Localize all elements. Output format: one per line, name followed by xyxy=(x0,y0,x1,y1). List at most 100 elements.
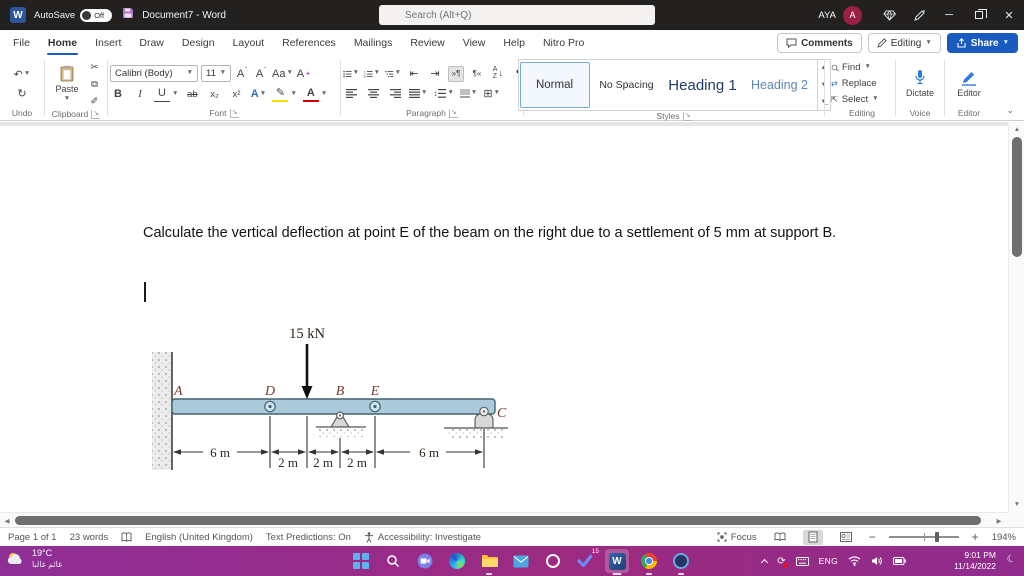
undo-button[interactable]: ↶ ▼ xyxy=(14,66,31,82)
autosave-toggle[interactable]: Off xyxy=(80,8,113,22)
horizontal-scroll-thumb[interactable] xyxy=(15,516,981,525)
text-predictions-status[interactable]: Text Predictions: On xyxy=(266,532,351,543)
rewards-diamond-icon[interactable] xyxy=(874,0,904,30)
shading-button[interactable]: ▼ xyxy=(459,86,477,102)
share-button[interactable]: Share ▼ xyxy=(946,33,1018,53)
clipboard-dialog-launcher[interactable]: ↘ xyxy=(91,109,101,119)
ink-pen-icon[interactable] xyxy=(904,0,934,30)
bullets-button[interactable]: ▼ xyxy=(343,66,359,82)
subscript-button[interactable]: x₂ xyxy=(206,86,222,102)
print-layout-button[interactable] xyxy=(802,529,823,545)
redo-button[interactable]: ↻ xyxy=(14,85,30,101)
tab-design[interactable]: Design xyxy=(173,30,224,56)
vertical-scrollbar[interactable]: ▲ ▼ xyxy=(1008,122,1024,512)
styles-dialog-launcher[interactable]: ↘ xyxy=(682,111,692,121)
accessibility-status[interactable]: Accessibility: Investigate xyxy=(364,532,481,543)
search-input[interactable] xyxy=(379,5,655,25)
bold-button[interactable]: B xyxy=(110,86,126,102)
align-right-button[interactable] xyxy=(387,86,403,102)
zoom-out-button[interactable]: − xyxy=(869,530,876,544)
collapse-ribbon-chevron-icon[interactable]: ⌄ xyxy=(1006,105,1014,116)
tab-file[interactable]: File xyxy=(4,30,39,56)
save-icon[interactable] xyxy=(122,6,134,24)
sync-tray-icon[interactable]: ⟳ xyxy=(777,556,788,568)
grow-font-button[interactable]: Aˆ xyxy=(234,66,250,82)
increase-indent-button[interactable]: ⇥ xyxy=(427,66,443,82)
right-to-left-button[interactable]: ¶« xyxy=(469,66,485,82)
minimize-button[interactable]: ─ xyxy=(934,0,964,30)
language-status[interactable]: English (United Kingdom) xyxy=(145,532,253,543)
web-layout-button[interactable] xyxy=(836,530,856,545)
edge-browser-icon[interactable] xyxy=(445,549,469,573)
wifi-icon[interactable] xyxy=(848,556,861,566)
page-count[interactable]: Page 1 of 1 xyxy=(8,532,57,543)
taskbar-search-icon[interactable] xyxy=(381,549,405,573)
tab-view[interactable]: View xyxy=(454,30,495,56)
zoom-in-button[interactable]: + xyxy=(972,530,979,544)
chrome-browser-icon[interactable] xyxy=(637,549,661,575)
copy-button[interactable]: ⧉ xyxy=(87,76,103,92)
style-heading-1[interactable]: Heading 1 xyxy=(664,62,742,108)
tab-draw[interactable]: Draw xyxy=(130,30,173,56)
paragraph-dialog-launcher[interactable]: ↘ xyxy=(448,108,458,118)
justify-button[interactable]: ▼ xyxy=(409,86,427,102)
align-left-button[interactable] xyxy=(343,86,359,102)
line-spacing-button[interactable]: ↕ ▼ xyxy=(433,86,454,102)
italic-button[interactable]: I xyxy=(132,86,148,102)
scroll-right-arrow[interactable]: ▶ xyxy=(992,513,1006,528)
document-page[interactable]: Calculate the vertical deflection at poi… xyxy=(0,126,1008,512)
paste-button[interactable]: Paste ▼ xyxy=(49,59,84,109)
weather-widget[interactable]: 19°C غائم غالبا xyxy=(7,548,62,570)
tab-review[interactable]: Review xyxy=(401,30,453,56)
zoom-slider[interactable] xyxy=(888,531,959,542)
tab-insert[interactable]: Insert xyxy=(86,30,130,56)
beam-figure[interactable]: 15 kN A D B E C 6 m 2 m 2 m 2 m 6 m xyxy=(150,316,522,474)
decrease-indent-button[interactable]: ⇤ xyxy=(406,66,422,82)
dictate-button[interactable]: Dictate xyxy=(900,59,940,108)
focus-button[interactable]: Focus xyxy=(717,532,757,543)
text-effects-button[interactable]: A ▼ xyxy=(250,86,266,102)
media-app-icon[interactable] xyxy=(669,549,693,575)
todo-app-icon[interactable]: 15 xyxy=(573,546,601,573)
highlight-button[interactable]: ✎ xyxy=(272,86,289,102)
user-name[interactable]: AYA xyxy=(818,10,836,21)
file-explorer-icon[interactable] xyxy=(477,549,501,575)
tab-nitro-pro[interactable]: Nitro Pro xyxy=(534,30,593,56)
taskbar-clock[interactable]: 9:01 PM 11/14/2022 xyxy=(954,550,996,572)
editing-mode-button[interactable]: Editing ▼ xyxy=(867,33,941,53)
hidden-icons-chevron[interactable] xyxy=(761,557,769,567)
style-no-spacing[interactable]: No Spacing xyxy=(592,62,662,108)
mail-icon[interactable] xyxy=(509,549,533,573)
numbering-button[interactable]: 1 2 3 ▼ xyxy=(364,66,380,82)
chat-icon[interactable] xyxy=(413,549,437,573)
zoom-slider-thumb[interactable] xyxy=(934,531,939,542)
scroll-up-arrow[interactable]: ▲ xyxy=(1009,122,1024,137)
change-case-button[interactable]: Aa ▼ xyxy=(272,66,293,82)
scroll-down-arrow[interactable]: ▼ xyxy=(1009,497,1024,512)
word-app-icon[interactable]: W xyxy=(10,7,26,23)
volume-icon[interactable] xyxy=(871,556,883,566)
cut-button[interactable]: ✂ xyxy=(87,59,103,75)
align-center-button[interactable] xyxy=(365,86,381,102)
superscript-button[interactable]: x² xyxy=(228,86,244,102)
comments-button[interactable]: Comments xyxy=(777,33,862,53)
horizontal-scrollbar[interactable]: ◀ ▶ xyxy=(0,512,1008,527)
battery-icon[interactable] xyxy=(893,557,906,565)
borders-button[interactable]: ⊞ ▼ xyxy=(483,86,500,102)
problem-paragraph[interactable]: Calculate the vertical deflection at poi… xyxy=(143,220,945,246)
scroll-left-arrow[interactable]: ◀ xyxy=(0,513,14,528)
strikethrough-button[interactable]: ab xyxy=(184,86,200,102)
shrink-font-button[interactable]: Aˇ xyxy=(253,66,269,82)
circle-app-icon[interactable] xyxy=(541,549,565,573)
tab-references[interactable]: References xyxy=(273,30,345,56)
font-size-combo[interactable]: 11 ▼ xyxy=(201,65,231,82)
read-mode-button[interactable] xyxy=(770,530,790,545)
style-normal[interactable]: Normal xyxy=(519,62,590,108)
multilevel-list-button[interactable]: ▼ xyxy=(385,66,401,82)
word-count[interactable]: 23 words xyxy=(70,532,109,543)
do-not-disturb-moon-icon[interactable]: ☾ xyxy=(1006,553,1018,566)
clear-formatting-button[interactable]: A ✦ xyxy=(296,66,312,82)
find-button[interactable]: Find ▼ xyxy=(831,60,893,75)
style-heading-2[interactable]: Heading 2 xyxy=(744,62,816,108)
underline-button[interactable]: U xyxy=(154,86,170,102)
